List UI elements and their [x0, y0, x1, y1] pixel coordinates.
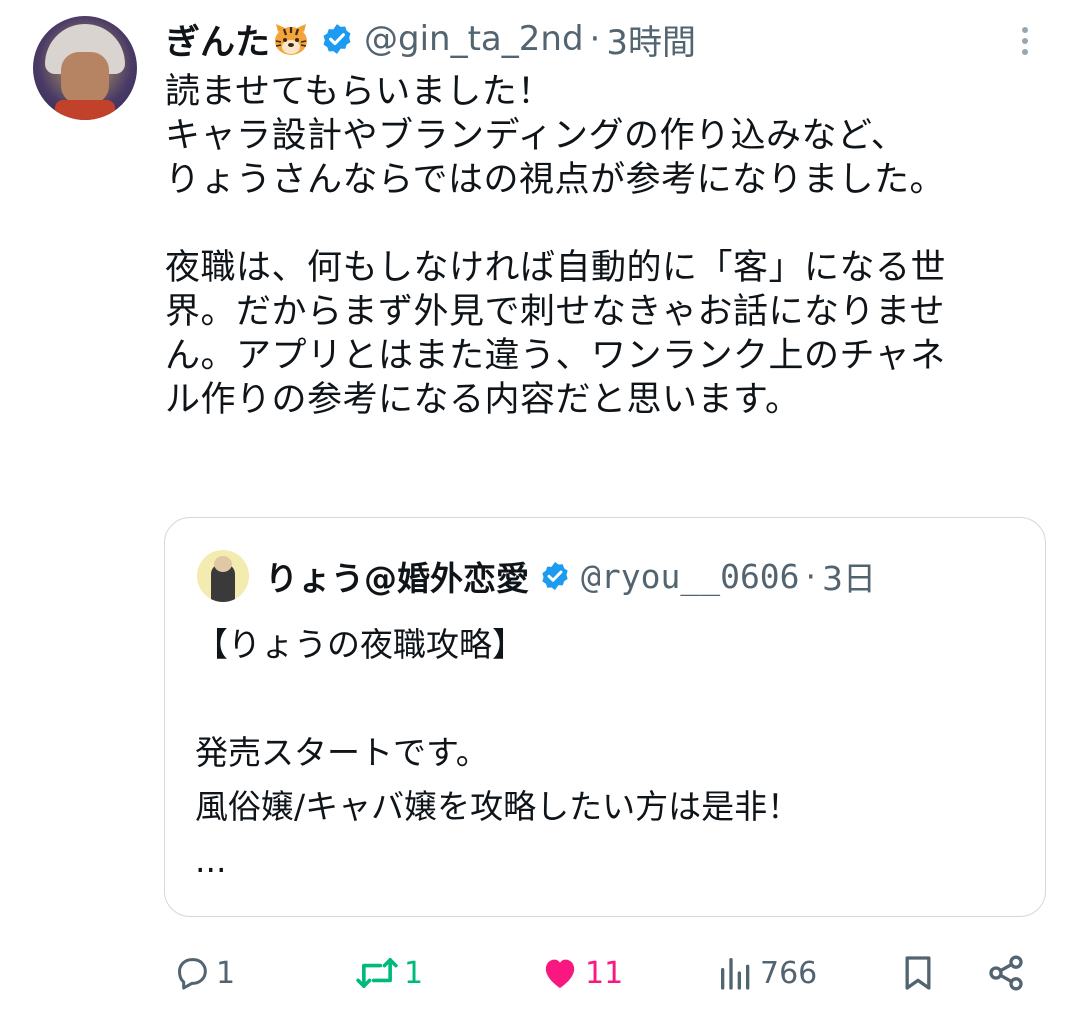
quoted-tweet-card[interactable]: りょう@婚外恋愛 @ryou__0606 · 3日 【りょうの夜職攻略】 発売ス…: [164, 517, 1046, 917]
heart-icon: [539, 953, 581, 993]
quoted-author-name: りょう@婚外恋愛: [265, 559, 529, 598]
quoted-header: りょう@婚外恋愛 @ryou__0606 · 3日: [265, 548, 876, 604]
quoted-title: 【りょうの夜職攻略】: [195, 625, 525, 664]
tweet-line: りょうさんならではの視点が参考になりました。: [165, 160, 945, 200]
views-button[interactable]: 766: [712, 945, 817, 1001]
header-separator: ·: [589, 19, 601, 59]
share-button[interactable]: [982, 945, 1026, 1001]
author-handle[interactable]: @gin_ta_2nd: [364, 19, 584, 59]
analytics-icon: [716, 953, 756, 993]
view-count: 766: [760, 955, 818, 991]
tweet-line: ル作りの参考になる内容だと思います。: [165, 380, 801, 420]
avatar-head: [214, 556, 232, 572]
verified-badge-icon: [320, 22, 354, 56]
like-count: 11: [585, 955, 624, 991]
reply-count: 1: [216, 955, 236, 991]
tweet-header: ぎんた @gin_ta_2nd · 3時間: [165, 14, 696, 64]
reply-icon: [172, 953, 212, 993]
reply-button[interactable]: 1: [168, 945, 235, 1001]
bookmark-icon: [898, 952, 938, 994]
tweet-line: 夜職は、何もしなければ自動的に「客」になる世: [165, 248, 947, 288]
share-icon: [986, 953, 1026, 993]
tweet-timestamp[interactable]: 3時間: [606, 15, 696, 64]
quoted-line: 発売スタートです。: [195, 733, 489, 772]
bookmark-button[interactable]: [894, 945, 938, 1001]
quoted-text: 【りょうの夜職攻略】 発売スタートです。 風俗嬢/キャバ嬢を攻略したい方は是非！…: [195, 618, 1015, 888]
tweet-line: キャラ設計やブランディングの作り込みなど、: [165, 116, 907, 156]
action-bar: 1 1 11 766: [0, 945, 1080, 1001]
tweet-line: ん。アプリとはまた違う、ワンランク上のチャネ: [165, 336, 946, 376]
author-avatar[interactable]: [33, 16, 137, 120]
retweet-button[interactable]: 1: [350, 945, 423, 1001]
like-button[interactable]: 11: [535, 945, 623, 1001]
quoted-author-avatar: [197, 550, 249, 602]
quoted-line: ...: [195, 841, 227, 880]
retweet-count: 1: [404, 955, 424, 991]
tiger-face-icon: [272, 22, 310, 56]
quoted-timestamp: 3日: [822, 559, 877, 598]
avatar-shirt: [55, 100, 115, 120]
quoted-separator: ·: [805, 556, 817, 596]
quoted-line: 風俗嬢/キャバ嬢を攻略したい方は是非！: [195, 787, 801, 826]
verified-badge-icon: [539, 560, 571, 592]
tweet-text: 読ませてもらいました！ キャラ設計やブランディングの作り込みなど、 りょうさんな…: [165, 70, 1050, 422]
quoted-author-handle: @ryou__0606: [581, 556, 800, 596]
tweet-line: 界。だからまず外見で刺せなきゃお話になりませ: [165, 292, 945, 332]
tweet-line: 読ませてもらいました！: [165, 72, 553, 112]
avatar-face: [61, 52, 109, 104]
retweet-icon: [354, 953, 400, 993]
author-name[interactable]: ぎんた: [165, 14, 270, 65]
more-options-icon[interactable]: [1012, 24, 1038, 58]
